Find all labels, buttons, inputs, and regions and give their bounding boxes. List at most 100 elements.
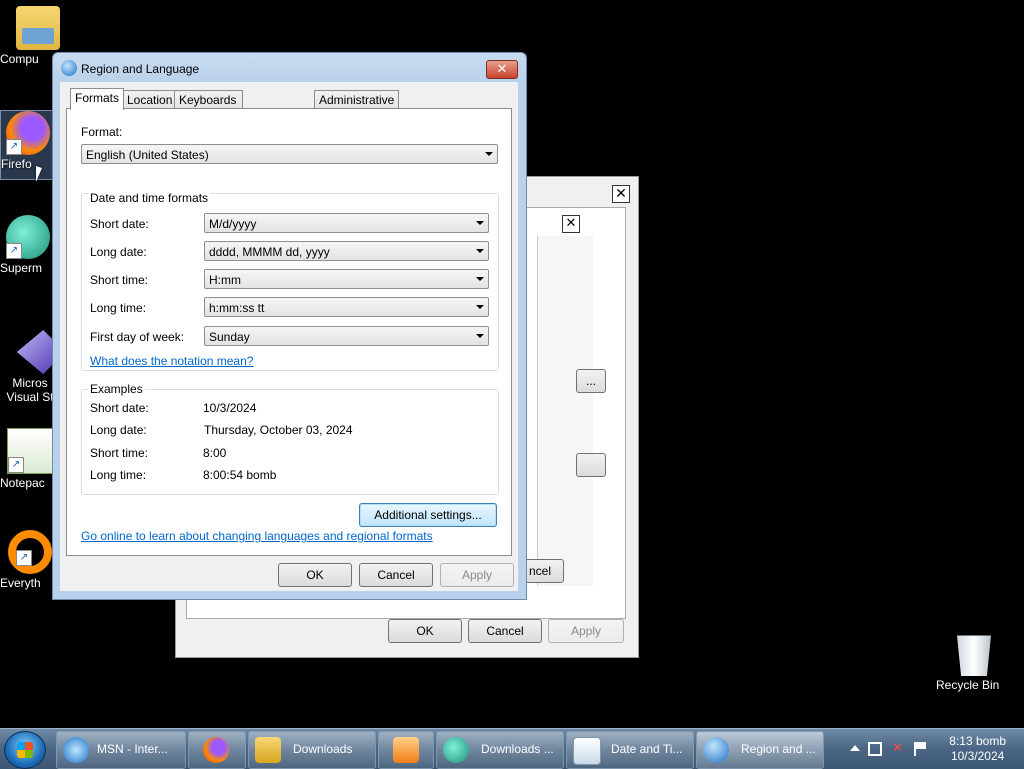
taskbar-item-label: Downloads ...: [481, 742, 554, 756]
formats-panel: Format: English (United States) Date and…: [66, 108, 512, 556]
action-center-flag-icon[interactable]: [914, 742, 928, 756]
taskbar: MSN - Inter... Downloads Downloads ... D…: [0, 728, 1024, 769]
example-long-date-label: Long date:: [90, 423, 147, 437]
taskbar-item-region-language[interactable]: Region and ...: [696, 731, 824, 769]
first-day-dropdown[interactable]: Sunday: [204, 326, 489, 346]
back-dialog-subpanel: [537, 236, 593, 586]
example-short-date-value: 10/3/2024: [203, 401, 257, 415]
chevron-down-icon: [476, 305, 484, 309]
everything-icon: ↗: [8, 530, 52, 574]
online-languages-link[interactable]: Go online to learn about changing langua…: [81, 529, 433, 543]
windows-logo-icon: [17, 742, 33, 758]
desktop-icon-label: Firefo: [1, 157, 32, 171]
short-time-dropdown[interactable]: H:mm: [204, 269, 489, 289]
shortcut-arrow-icon: ↗: [16, 550, 32, 566]
network-icon[interactable]: [868, 742, 882, 756]
example-long-time-value: 8:00:54 bomb: [203, 468, 277, 482]
example-short-date-label: Short date:: [90, 401, 149, 415]
taskbar-item-downloads-folder[interactable]: Downloads: [248, 731, 376, 769]
calendar-clock-icon: [573, 737, 601, 765]
shortcut-arrow-icon: ↗: [6, 139, 22, 155]
desktop-icon-firefox[interactable]: ↗ Firefo: [0, 110, 56, 180]
long-time-value: h:mm:ss tt: [209, 301, 265, 315]
volume-muted-icon[interactable]: ✕: [892, 741, 906, 755]
datetime-group-title: Date and time formats: [88, 191, 211, 205]
taskbar-item-msn[interactable]: MSN - Inter...: [56, 731, 186, 769]
show-hidden-icons-chevron-icon[interactable]: [850, 745, 860, 751]
long-time-dropdown[interactable]: h:mm:ss tt: [204, 297, 489, 317]
tab-administrative[interactable]: Administrative: [314, 90, 400, 109]
shortcut-arrow-icon: ↗: [16, 358, 24, 374]
example-short-time-value: 8:00: [203, 446, 227, 460]
close-icon[interactable]: ✕: [612, 185, 630, 203]
desktop-icon-recycle-bin[interactable]: Recycle Bin: [936, 632, 1012, 692]
dialog-title: Region and Language: [81, 62, 200, 76]
shortcut-arrow-icon: ↗: [8, 457, 24, 473]
example-short-time-label: Short time:: [90, 446, 149, 460]
chevron-down-icon: [485, 152, 493, 156]
firefox-icon: ↗: [6, 111, 50, 155]
notation-help-link[interactable]: What does the notation mean?: [90, 354, 253, 368]
example-long-time-label: Long time:: [90, 468, 147, 482]
back-ok-button[interactable]: OK: [388, 619, 462, 643]
short-date-dropdown[interactable]: M/d/yyyy: [204, 213, 489, 233]
close-button[interactable]: ✕: [486, 60, 518, 79]
desktop-icon-notepad[interactable]: ↗ Notepac: [0, 428, 60, 490]
taskbar-item-media-player[interactable]: [378, 731, 434, 769]
long-date-dropdown[interactable]: dddd, MMMM dd, yyyy: [204, 241, 489, 261]
examples-group-title: Examples: [88, 382, 145, 396]
supermium-icon: ↗: [6, 215, 50, 259]
desktop-icon-computer[interactable]: Compu: [0, 6, 76, 66]
supermium-icon: [443, 737, 469, 763]
tab-location[interactable]: Location: [122, 90, 178, 109]
notepad-icon: ↗: [7, 428, 53, 474]
short-date-label: Short date:: [90, 217, 149, 231]
shortcut-arrow-icon: ↗: [6, 243, 22, 259]
computer-folder-icon: [16, 6, 60, 50]
back-apply-button[interactable]: Apply: [548, 619, 624, 643]
short-date-value: M/d/yyyy: [209, 217, 257, 231]
desktop-icon-label: Notepac: [0, 476, 45, 490]
clock[interactable]: 8:13 bomb 10/3/2024: [949, 734, 1006, 764]
taskbar-item-firefox[interactable]: [188, 731, 246, 769]
desktop-icon-label: Everyth: [0, 576, 41, 590]
close-icon[interactable]: ✕: [562, 215, 580, 233]
first-day-label: First day of week:: [90, 330, 185, 344]
back-ellipsis-button[interactable]: ...: [576, 369, 606, 393]
long-date-label: Long date:: [90, 245, 147, 259]
chevron-down-icon: [476, 221, 484, 225]
long-date-value: dddd, MMMM dd, yyyy: [209, 245, 330, 259]
short-time-label: Short time:: [90, 273, 149, 287]
taskbar-item-downloads-supermium[interactable]: Downloads ...: [436, 731, 564, 769]
desktop-icon-visual-studio[interactable]: ↗ Micros Visual St: [0, 330, 60, 404]
mouse-cursor-icon: [36, 166, 42, 182]
apply-button[interactable]: Apply: [440, 563, 514, 587]
back-field-button[interactable]: [576, 453, 606, 477]
desktop-icon-label: Compu: [0, 52, 39, 66]
taskbar-item-label: Date and Ti...: [611, 742, 683, 756]
back-cancel-button[interactable]: Cancel: [468, 619, 542, 643]
desktop-icon-everything[interactable]: ↗ Everyth: [0, 530, 60, 590]
tab-keyboards-languages[interactable]: Keyboards and Languages: [174, 90, 244, 143]
desktop-icon-label: Superm: [0, 261, 43, 275]
visual-studio-icon: ↗: [16, 330, 52, 374]
taskbar-item-label: Region and ...: [741, 742, 816, 756]
cancel-button[interactable]: Cancel: [359, 563, 433, 587]
desktop-icon-label: Micros Visual St: [6, 376, 54, 404]
media-player-icon: [393, 737, 419, 763]
desktop-icon-supermium[interactable]: ↗ Superm: [0, 215, 56, 275]
tab-formats[interactable]: Formats: [70, 88, 125, 110]
additional-settings-button[interactable]: Additional settings...: [359, 503, 497, 527]
format-dropdown[interactable]: English (United States): [81, 144, 498, 164]
long-time-label: Long time:: [90, 301, 147, 315]
recycle-bin-icon: [957, 635, 991, 676]
ok-button[interactable]: OK: [278, 563, 352, 587]
format-label: Format:: [81, 125, 123, 139]
taskbar-item-date-time[interactable]: Date and Ti...: [566, 731, 694, 769]
chevron-down-icon: [476, 334, 484, 338]
clock-time: 8:13 bomb: [949, 734, 1006, 748]
clock-date: 10/3/2024: [950, 749, 1005, 763]
start-button[interactable]: [4, 731, 46, 769]
dialog-client: Formats Location Keyboards and Languages…: [60, 82, 518, 591]
short-time-value: H:mm: [209, 273, 241, 287]
